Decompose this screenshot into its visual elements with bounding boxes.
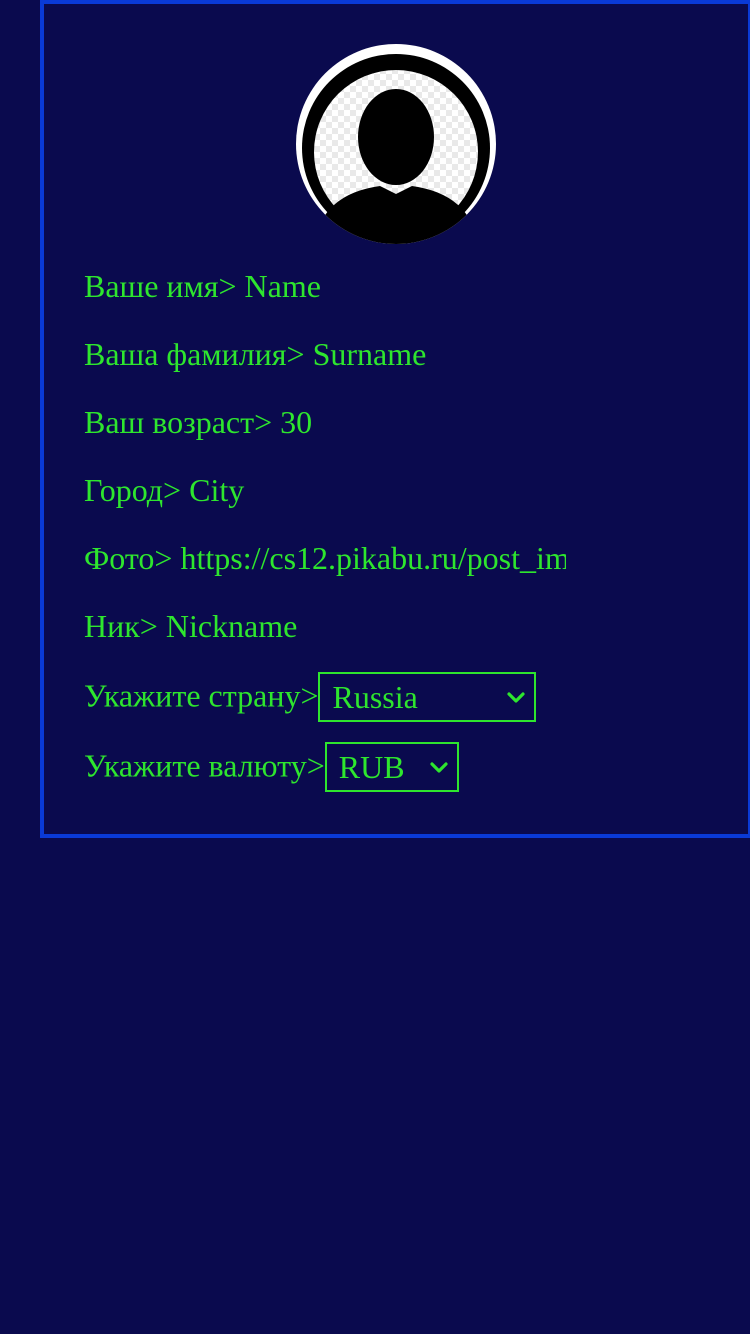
surname-label: Ваша фамилия> (84, 336, 305, 372)
country-select[interactable]: Russia (318, 672, 537, 722)
chevron-down-icon (430, 762, 448, 773)
chevron-down-icon (507, 692, 526, 703)
name-field: Ваше имя> Name (84, 266, 321, 306)
currency-label: Укажите валюту> (84, 747, 325, 784)
surname-field: Ваша фамилия> Surname (84, 334, 426, 374)
user-silhouette-icon (296, 44, 496, 244)
city-label: Город> (84, 472, 182, 508)
surname-value[interactable]: Surname (313, 336, 427, 372)
currency-select[interactable]: RUB (324, 742, 459, 792)
city-value[interactable]: City (189, 472, 244, 508)
profile-panel: Ваше имя> Name Ваша фамилия> Surname Ваш в… (40, 0, 750, 838)
nick-label: Ник> (84, 608, 158, 644)
photo-field: Фото> https://cs12.pikabu.ru/post_img (84, 538, 566, 578)
name-label: Ваше имя> (84, 268, 237, 304)
city-field: Город> City (84, 470, 244, 510)
age-value[interactable]: 30 (280, 404, 312, 440)
photo-value[interactable]: https://cs12.pikabu.ru/post_img (180, 540, 566, 576)
photo-label: Фото> (84, 540, 173, 576)
currency-field: Укажите валюту> RUB (84, 742, 459, 792)
name-value[interactable]: Name (245, 268, 321, 304)
avatar (296, 44, 496, 244)
age-label: Ваш возраст> (84, 404, 273, 440)
age-field: Ваш возраст> 30 (84, 402, 312, 442)
country-selected-value: Russia (332, 679, 418, 715)
nick-value[interactable]: Nickname (166, 608, 298, 644)
currency-selected-value: RUB (338, 749, 405, 785)
country-field: Укажите страну> Russia (84, 672, 537, 722)
country-label: Укажите страну> (84, 677, 319, 714)
nick-field: Ник> Nickname (84, 606, 297, 646)
